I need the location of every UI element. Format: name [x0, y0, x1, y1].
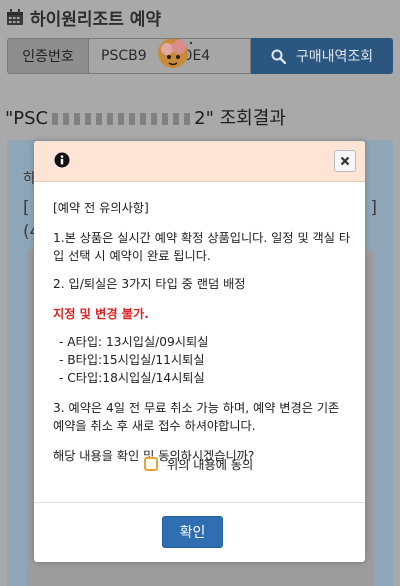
modal-divider	[34, 502, 365, 503]
notice-title: [예약 전 유의사항]	[53, 201, 149, 215]
type-b-text: - B타입:15시입실/11시퇴실	[59, 353, 205, 367]
agree-checkbox[interactable]	[144, 457, 158, 471]
close-icon	[340, 156, 350, 166]
calendar-icon	[7, 8, 23, 25]
sticker-character-image	[158, 39, 193, 68]
search-bar: 인증번호 PSCB9 40E4 구매내역조회	[7, 38, 393, 74]
page-header: 하이원리조트 예약	[0, 0, 400, 34]
agree-checkbox-row[interactable]: 위의 내용에 동의	[144, 455, 253, 473]
warning-text: 지정 및 변경 불가.	[53, 307, 149, 321]
auth-number-label: 인증번호	[7, 38, 89, 74]
type-c-text: - C타입:18시입실/14시퇴실	[59, 371, 205, 385]
purchase-history-search-button[interactable]: 구매내역조회	[251, 38, 393, 74]
search-icon	[271, 49, 286, 64]
notice-item-1: 1.본 상품은 실시간 예약 확정 상품입니다. 일정 및 객실 타입 선택 시…	[53, 231, 351, 263]
result-title-suffix: 2" 조회결과	[194, 108, 286, 129]
auth-number-input[interactable]: PSCB9 40E4	[89, 38, 251, 74]
notice-item-3: 3. 예약은 4일 전 무료 취소 가능 하며, 예약 변경은 기존 예약을 취…	[53, 401, 340, 433]
notice-item-2: 2. 입/퇴실은 3가지 타입 중 랜덤 배정	[53, 277, 246, 291]
close-button[interactable]	[334, 150, 356, 172]
result-fragment: ]	[370, 198, 377, 218]
result-title: "PSC 2" 조회결과	[5, 104, 286, 130]
info-icon	[54, 152, 70, 168]
auth-number-value: PSCB9	[101, 48, 147, 64]
notice-modal: [예약 전 유의사항] 1.본 상품은 실시간 예약 확정 상품입니다. 일정 …	[34, 141, 365, 562]
result-title-prefix: "PSC	[5, 108, 49, 129]
result-fragment: [	[23, 198, 30, 218]
modal-body: [예약 전 유의사항] 1.본 상품은 실시간 예약 확정 상품입니다. 일정 …	[53, 199, 351, 465]
confirm-button[interactable]: 확인	[162, 516, 223, 548]
type-a-text: - A타입: 13시입실/09시퇴실	[59, 335, 209, 349]
page-title: 하이원리조트 예약	[30, 9, 162, 30]
purchase-history-search-label: 구매내역조회	[295, 49, 374, 65]
agree-label: 위의 내용에 동의	[167, 458, 254, 472]
modal-header	[34, 141, 365, 182]
redacted-code	[52, 113, 191, 125]
